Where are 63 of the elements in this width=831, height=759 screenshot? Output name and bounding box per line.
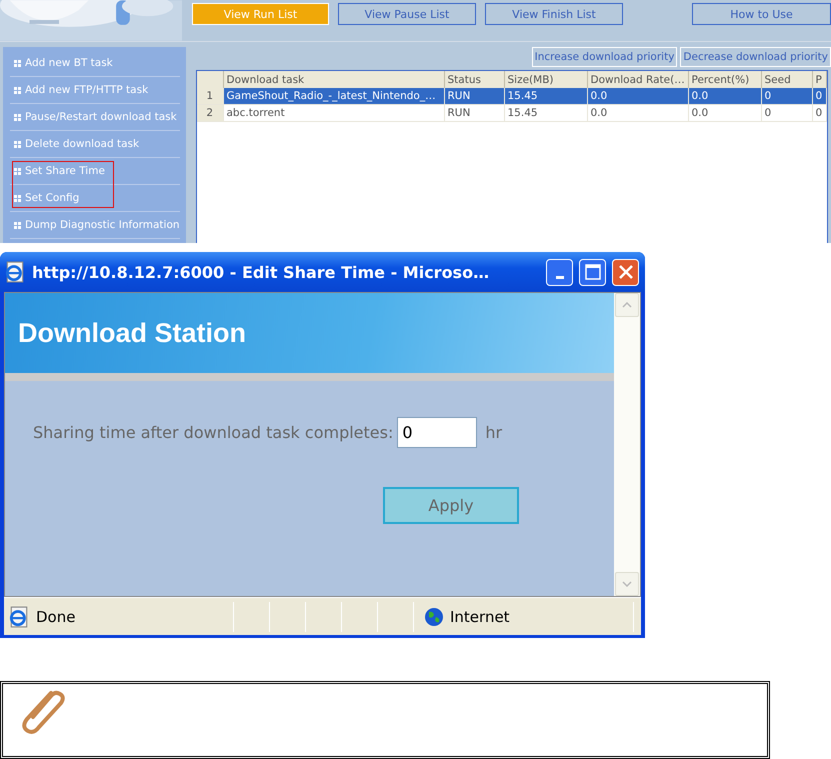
sidebar-item[interactable]: Add new BT task	[10, 50, 180, 77]
sidebar-item[interactable]: Dump Diagnostic Information	[10, 212, 180, 239]
scrollbar[interactable]	[614, 293, 640, 596]
scroll-down-icon[interactable]	[615, 572, 639, 596]
bullet-icon	[14, 140, 21, 148]
table-cell: RUN	[444, 88, 504, 104]
input-field[interactable]: 0	[397, 417, 478, 448]
close-icon	[618, 264, 634, 280]
minimize-icon	[556, 276, 564, 278]
nav-tab[interactable]: View Pause List	[338, 3, 476, 25]
column-header[interactable]: Download task	[223, 71, 444, 88]
close-button[interactable]	[612, 258, 639, 286]
nav-tab[interactable]: How to Use	[692, 3, 831, 25]
scroll-up-icon[interactable]	[615, 293, 639, 317]
maximize-button[interactable]	[579, 258, 606, 286]
sidebar-item[interactable]: Set Config	[10, 185, 180, 212]
bullet-icon	[14, 194, 21, 202]
table-cell: 15.45	[504, 88, 587, 104]
apply-button[interactable]: Apply	[383, 487, 519, 524]
bullet-icon	[14, 86, 21, 94]
zone-text: Internet	[450, 608, 510, 626]
table-cell: 0	[761, 88, 812, 104]
nav-tab[interactable]: View Run List	[192, 3, 329, 25]
browser-icon	[8, 606, 30, 628]
sidebar-item[interactable]: Pause/Restart download task	[10, 104, 180, 131]
table-cell: 0	[761, 104, 812, 122]
bullet-icon	[14, 222, 21, 228]
table-cell: 0.0	[587, 88, 688, 104]
table-cell: GameShout_Radio_-_latest_Nintendo_…	[223, 88, 444, 104]
column-header[interactable]: P	[812, 71, 826, 88]
globe-icon	[424, 606, 444, 626]
row-number: 2	[197, 104, 223, 122]
sidebar-item[interactable]: Delete download task	[10, 131, 180, 158]
bullet-icon	[14, 114, 21, 120]
column-header[interactable]: Status	[444, 71, 504, 88]
column-header[interactable]: Seed	[761, 71, 812, 88]
table-cell: abc.torrent	[223, 104, 444, 122]
table-cell: 15.45	[504, 104, 587, 122]
bullet-icon	[14, 60, 21, 66]
table-cell: 0.0	[688, 88, 761, 104]
maximize-icon	[584, 264, 600, 280]
column-header[interactable]: Download Rate(…	[587, 71, 688, 88]
table-cell: 0	[812, 88, 826, 104]
column-header[interactable]: Size(MB)	[504, 71, 587, 88]
nav-tab[interactable]: View Finish List	[485, 3, 623, 25]
column-header[interactable]: Percent(%)	[688, 71, 761, 88]
page-header: Download Station	[5, 293, 614, 381]
priority-button[interactable]: Increase download priority	[532, 47, 678, 67]
sidebar-item[interactable]: Add new FTP/HTTP task	[10, 77, 180, 104]
table-cell: RUN	[444, 104, 504, 122]
field-label: Sharing time after download task completes:	[33, 423, 394, 442]
window-title: http://10.8.12.7:6000 - Edit Share Time - Microso…	[32, 262, 490, 282]
browser-icon	[4, 261, 26, 283]
row-number: 1	[197, 88, 223, 104]
column-header[interactable]	[197, 71, 223, 88]
minimize-button[interactable]	[546, 258, 573, 286]
sidebar-item[interactable]: Set Share Time	[10, 158, 180, 185]
bullet-icon	[14, 168, 21, 174]
table-cell: 0.0	[688, 104, 761, 122]
table-cell: 0.0	[587, 104, 688, 122]
status-text: Done	[36, 608, 76, 626]
unit-label: hr	[485, 423, 502, 442]
priority-button[interactable]: Decrease download priority	[680, 47, 831, 67]
